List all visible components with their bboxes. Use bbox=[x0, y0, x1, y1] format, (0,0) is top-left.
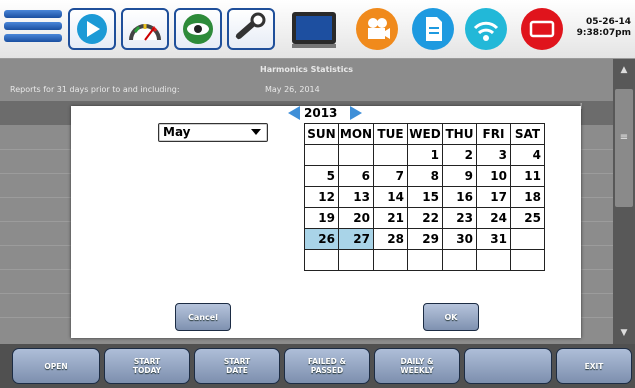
calendar-day[interactable]: 31 bbox=[476, 228, 511, 250]
year-text: 2013 bbox=[304, 106, 338, 120]
screen-icon[interactable] bbox=[521, 8, 563, 50]
vertical-scrollbar[interactable]: ▲ ≡ ▼ bbox=[613, 59, 635, 344]
calendar-day-selected[interactable]: 27 bbox=[338, 228, 374, 250]
calendar-day[interactable] bbox=[373, 249, 408, 271]
calendar-week-row: 12 13 14 15 16 17 18 bbox=[304, 186, 545, 208]
calendar-week-row: 5 6 7 8 9 10 11 bbox=[304, 165, 545, 187]
calendar-day[interactable]: 3 bbox=[476, 144, 511, 166]
calendar-day[interactable] bbox=[373, 144, 408, 166]
play-icon[interactable] bbox=[68, 8, 116, 50]
calendar-day[interactable]: 12 bbox=[304, 186, 339, 208]
calendar-day[interactable] bbox=[407, 249, 443, 271]
calendar-day[interactable]: 24 bbox=[476, 207, 511, 229]
calendar-day[interactable] bbox=[510, 249, 545, 271]
calendar-day[interactable]: 15 bbox=[407, 186, 443, 208]
failed-passed-button[interactable]: FAILED & PASSED bbox=[284, 348, 370, 384]
weekday-header: SUN bbox=[304, 123, 339, 145]
eye-icon[interactable] bbox=[174, 8, 222, 50]
daily-weekly-button[interactable]: DAILY & WEEKLY bbox=[374, 348, 460, 384]
scroll-thumb[interactable]: ≡ bbox=[615, 89, 633, 207]
calendar-day[interactable] bbox=[338, 249, 374, 271]
calendar-day[interactable]: 1 bbox=[407, 144, 443, 166]
wifi-icon[interactable] bbox=[465, 8, 507, 50]
calendar-day[interactable]: 19 bbox=[304, 207, 339, 229]
calendar-week-row: 26 27 28 29 30 31 bbox=[304, 228, 545, 250]
calendar-day[interactable]: 14 bbox=[373, 186, 408, 208]
weekday-header: WED bbox=[407, 123, 443, 145]
calendar-day[interactable] bbox=[338, 144, 374, 166]
calendar-day[interactable]: 10 bbox=[476, 165, 511, 187]
open-button[interactable]: OPEN bbox=[12, 348, 100, 384]
month-dropdown[interactable]: May bbox=[158, 123, 268, 142]
calendar-day[interactable]: 5 bbox=[304, 165, 339, 187]
calendar-day[interactable] bbox=[476, 249, 511, 271]
year-selector: 2013 bbox=[288, 106, 368, 124]
calendar-day[interactable]: 16 bbox=[442, 186, 477, 208]
calendar-day[interactable]: 23 bbox=[442, 207, 477, 229]
calendar-day[interactable]: 20 bbox=[338, 207, 374, 229]
calendar-week-row bbox=[304, 249, 545, 271]
menu-icon[interactable] bbox=[4, 10, 62, 50]
cancel-button[interactable]: Cancel bbox=[175, 303, 231, 331]
weekday-header: FRI bbox=[476, 123, 511, 145]
clock: 05-26-14 9:38:07pm bbox=[573, 17, 631, 39]
calendar-day[interactable]: 2 bbox=[442, 144, 477, 166]
calendar-day[interactable]: 18 bbox=[510, 186, 545, 208]
chevron-down-icon bbox=[251, 129, 261, 135]
calendar-day[interactable]: 28 bbox=[373, 228, 408, 250]
calendar-day[interactable]: 4 bbox=[510, 144, 545, 166]
scroll-up-icon[interactable]: ▲ bbox=[613, 59, 635, 81]
time-text: 9:38:07pm bbox=[576, 28, 631, 38]
calendar-day[interactable] bbox=[442, 249, 477, 271]
wrench-icon[interactable] bbox=[227, 8, 275, 50]
previous-year-arrow-icon[interactable] bbox=[288, 106, 300, 120]
calendar-grid: SUN MON TUE WED THU FRI SAT 1 2 3 4 5 6 bbox=[304, 123, 545, 271]
calendar-day[interactable]: 8 bbox=[407, 165, 443, 187]
calendar-day[interactable]: 17 bbox=[476, 186, 511, 208]
monitor-icon[interactable] bbox=[286, 8, 344, 50]
calendar-day[interactable]: 30 bbox=[442, 228, 477, 250]
month-dropdown-value: May bbox=[163, 125, 191, 139]
blank-button[interactable] bbox=[464, 348, 552, 384]
gauge-icon[interactable] bbox=[121, 8, 169, 50]
date-picker-dialog: May 2013 SUN MON TUE WED THU FRI SAT 1 2… bbox=[71, 106, 581, 338]
weekday-header: TUE bbox=[373, 123, 408, 145]
weekday-header: MON bbox=[338, 123, 374, 145]
video-camera-icon[interactable] bbox=[356, 8, 398, 50]
calendar-day[interactable] bbox=[304, 144, 339, 166]
date-text: 05-26-14 bbox=[585, 17, 631, 27]
calendar-day[interactable]: 21 bbox=[373, 207, 408, 229]
exit-button[interactable]: EXIT bbox=[556, 348, 632, 384]
document-icon[interactable] bbox=[412, 8, 454, 50]
start-date-button[interactable]: START DATE bbox=[194, 348, 280, 384]
scroll-down-icon[interactable]: ▼ bbox=[613, 322, 635, 344]
calendar-day[interactable] bbox=[510, 228, 545, 250]
bottom-nav: OPEN START TODAY START DATE FAILED & PAS… bbox=[0, 344, 635, 388]
calendar-day[interactable]: 25 bbox=[510, 207, 545, 229]
weekday-header: THU bbox=[442, 123, 477, 145]
ok-button[interactable]: OK bbox=[423, 303, 479, 331]
calendar-week-row: 19 20 21 22 23 24 25 bbox=[304, 207, 545, 229]
report-title: Harmonics Statistics bbox=[260, 65, 353, 74]
start-today-button[interactable]: START TODAY bbox=[104, 348, 190, 384]
report-range-date: May 26, 2014 bbox=[265, 85, 320, 94]
weekday-header: SAT bbox=[510, 123, 545, 145]
top-toolbar: 05-26-14 9:38:07pm bbox=[0, 0, 635, 59]
calendar-day[interactable]: 11 bbox=[510, 165, 545, 187]
calendar-day[interactable]: 6 bbox=[338, 165, 374, 187]
calendar-day[interactable]: 13 bbox=[338, 186, 374, 208]
calendar-day[interactable]: 29 bbox=[407, 228, 443, 250]
next-year-arrow-icon[interactable] bbox=[350, 106, 362, 120]
calendar-day[interactable] bbox=[304, 249, 339, 271]
calendar-day[interactable]: 7 bbox=[373, 165, 408, 187]
report-range-label: Reports for 31 days prior to and includi… bbox=[10, 85, 180, 94]
grip-icon: ≡ bbox=[619, 132, 629, 143]
calendar-week-row: 1 2 3 4 bbox=[304, 144, 545, 166]
calendar-day-selected[interactable]: 26 bbox=[304, 228, 339, 250]
calendar-day[interactable]: 9 bbox=[442, 165, 477, 187]
calendar-day[interactable]: 22 bbox=[407, 207, 443, 229]
calendar-header-row: SUN MON TUE WED THU FRI SAT bbox=[304, 123, 545, 145]
